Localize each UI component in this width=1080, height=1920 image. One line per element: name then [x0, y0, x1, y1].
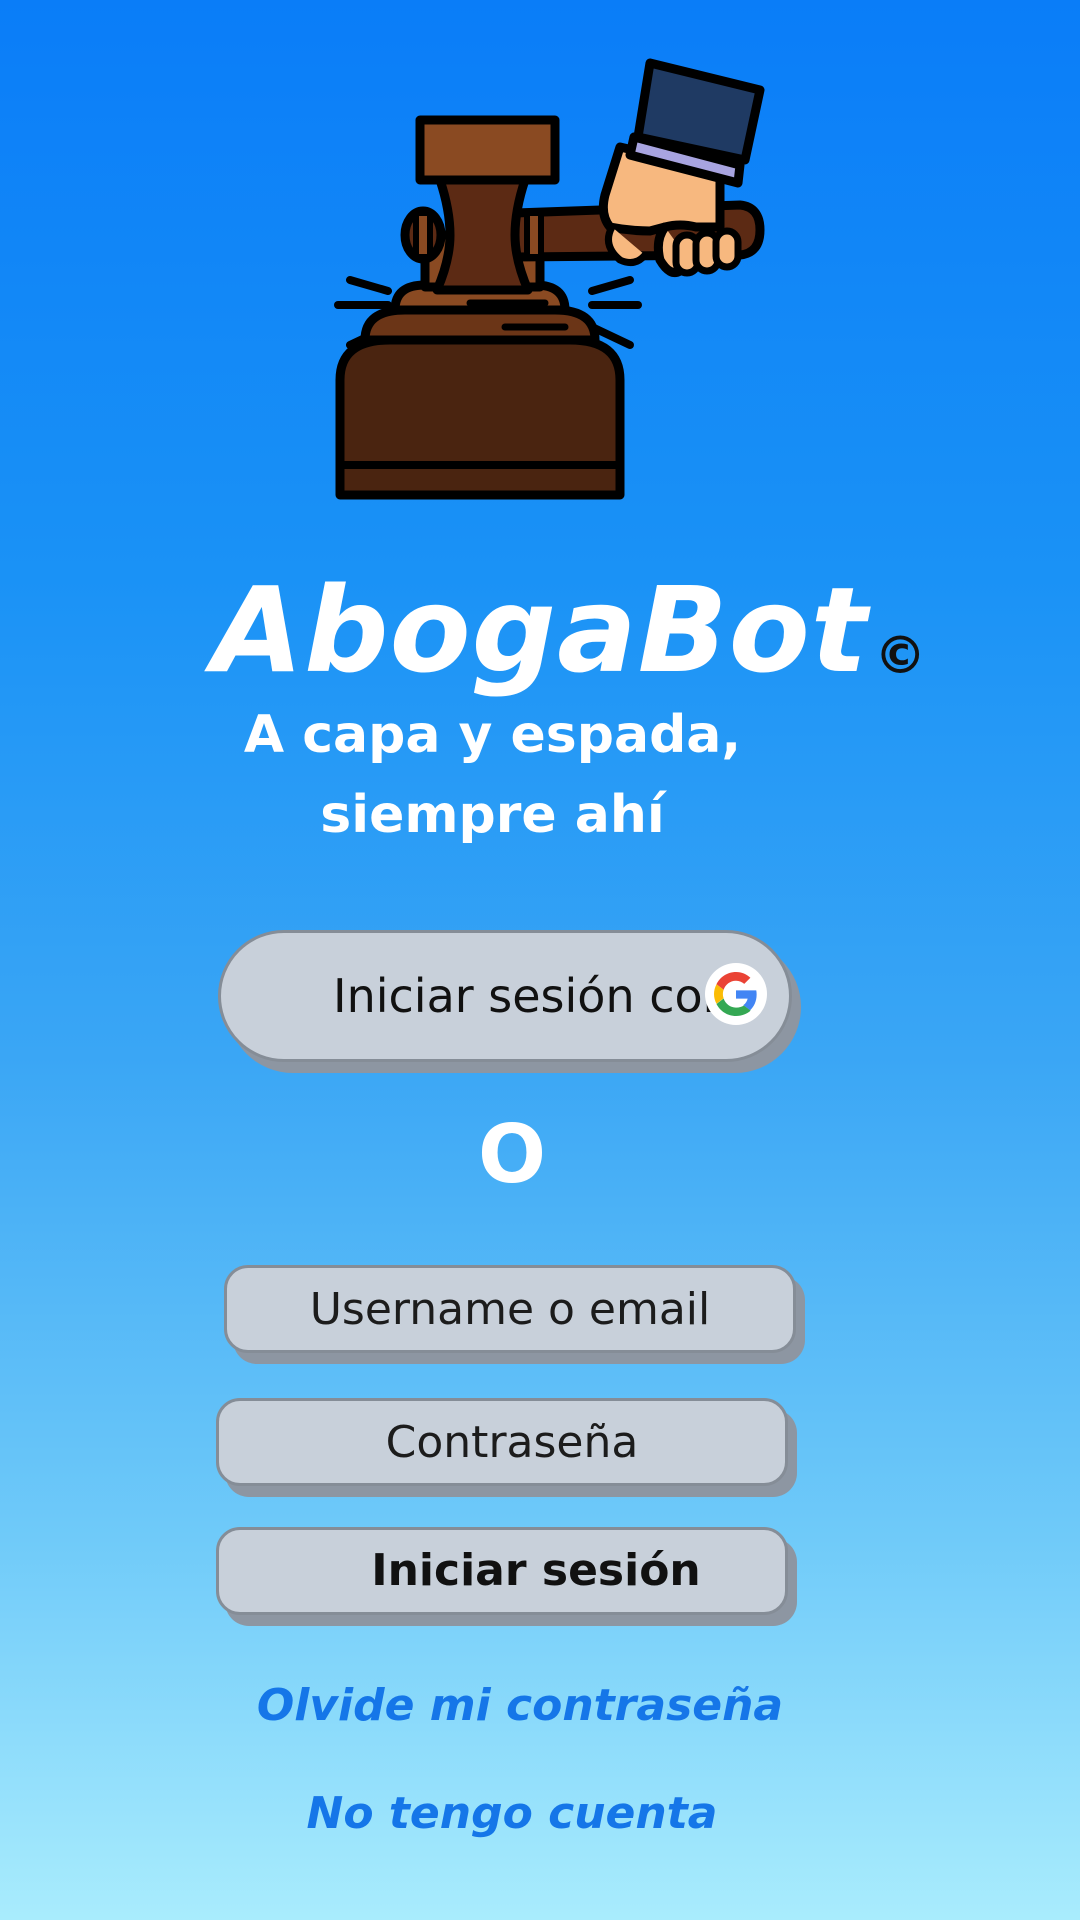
- password-input[interactable]: [219, 1401, 785, 1483]
- no-account-link[interactable]: No tengo cuenta: [0, 1784, 1024, 1844]
- app-title: AbogaBot ©: [211, 561, 928, 699]
- google-signin-button[interactable]: Iniciar sesión con: [218, 930, 792, 1062]
- copyright-icon: ©: [874, 626, 928, 686]
- tagline-line-1: A capa y espada,: [243, 705, 742, 765]
- forgot-password-link[interactable]: Olvide mi contraseña: [0, 1676, 1040, 1736]
- password-field-container: [216, 1398, 788, 1486]
- login-button[interactable]: Iniciar sesión: [216, 1527, 788, 1615]
- google-icon: [705, 963, 767, 1025]
- username-field-container: [224, 1265, 796, 1353]
- login-button-label: Iniciar sesión: [371, 1545, 701, 1596]
- app-title-block: AbogaBot ©: [0, 560, 1080, 700]
- tagline-line-2: siempre ahí: [320, 785, 665, 845]
- gavel-logo-icon: [320, 55, 770, 505]
- tagline: A capa y espada, siempre ahí: [0, 695, 985, 855]
- google-signin-label: Iniciar sesión con: [333, 969, 732, 1023]
- or-separator: O: [477, 1108, 546, 1201]
- username-input[interactable]: [227, 1268, 793, 1350]
